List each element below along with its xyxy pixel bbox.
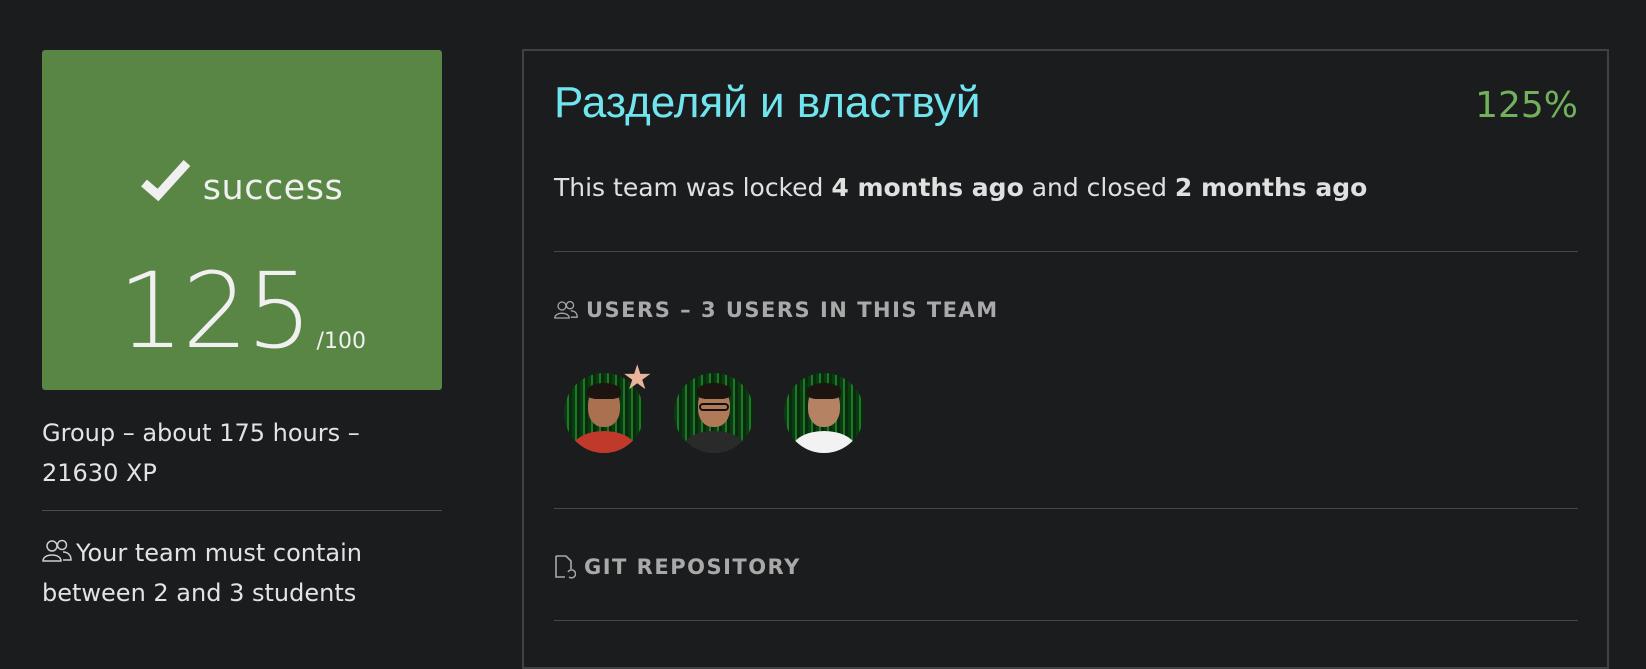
team-avatars: ★ — [564, 361, 864, 453]
git-file-icon — [555, 555, 576, 579]
status-text: success — [202, 168, 344, 208]
group-info: Group – about 175 hours – 21630 XP — [42, 419, 360, 487]
closed-ago: 2 months ago — [1174, 173, 1368, 202]
divider — [42, 510, 442, 511]
avatar[interactable] — [674, 373, 754, 453]
project-percent: 125% — [1475, 85, 1578, 126]
avatar-leader[interactable]: ★ — [564, 361, 652, 453]
team-rule-text: Your team must contain between 2 and 3 s… — [42, 539, 362, 607]
score-card: success 125 /100 — [42, 50, 442, 390]
final-mark: 125 /100 — [42, 256, 442, 366]
project-title[interactable]: Разделяй и властвуй — [554, 76, 981, 130]
team-size-rule: Your team must contain between 2 and 3 s… — [42, 533, 452, 613]
users-section-label: USERS – 3 USERS IN THIS TEAM — [586, 298, 999, 322]
divider — [554, 508, 1578, 509]
lock-prefix: This team was locked — [554, 173, 832, 202]
lock-mid: and closed — [1023, 173, 1175, 202]
divider — [554, 251, 1578, 252]
lock-status: This team was locked 4 months ago and cl… — [554, 170, 1367, 206]
locked-ago: 4 months ago — [831, 173, 1024, 202]
users-section-title: USERS – 3 USERS IN THIS TEAM — [554, 298, 999, 322]
git-section-title: GIT REPOSITORY — [554, 555, 801, 579]
checkmark-icon — [140, 159, 191, 202]
score-value: 125 — [118, 250, 313, 372]
score-max: /100 — [316, 329, 366, 354]
leader-star-icon: ★ — [622, 358, 653, 398]
users-icon — [42, 539, 72, 562]
git-section-label: GIT REPOSITORY — [584, 555, 801, 579]
avatar[interactable] — [784, 373, 864, 453]
git-repo-field[interactable] — [554, 620, 1578, 631]
status-label: success — [42, 159, 442, 208]
users-icon — [554, 300, 578, 319]
